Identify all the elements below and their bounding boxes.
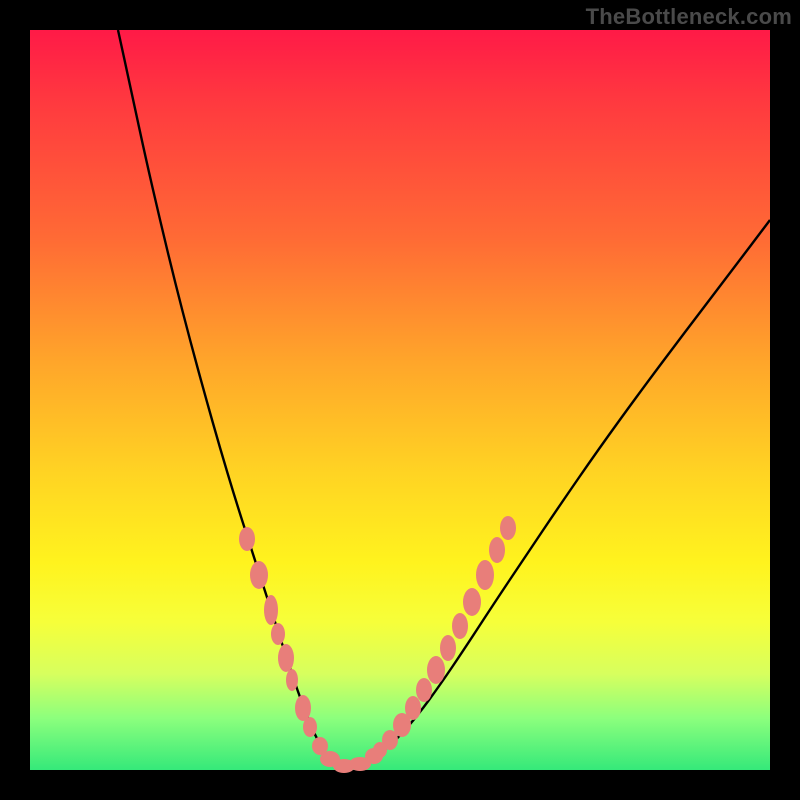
- curve-marker: [239, 527, 255, 551]
- curve-marker: [278, 644, 294, 672]
- curve-marker: [500, 516, 516, 540]
- curve-marker: [489, 537, 505, 563]
- curve-marker: [427, 656, 445, 684]
- curve-marker: [416, 678, 432, 702]
- curve-marker: [286, 669, 298, 691]
- curve-marker: [250, 561, 268, 589]
- curve-marker: [405, 696, 421, 720]
- watermark-text: TheBottleneck.com: [586, 4, 792, 30]
- curve-marker: [303, 717, 317, 737]
- curve-marker: [264, 595, 278, 625]
- curve-marker: [295, 695, 311, 721]
- curve-marker: [476, 560, 494, 590]
- plot-area: [30, 30, 770, 770]
- curve-marker: [271, 623, 285, 645]
- bottleneck-curve-svg: [30, 30, 770, 770]
- chart-stage: TheBottleneck.com: [0, 0, 800, 800]
- curve-marker: [452, 613, 468, 639]
- curve-marker: [440, 635, 456, 661]
- curve-markers-group: [239, 516, 516, 773]
- curve-marker: [463, 588, 481, 616]
